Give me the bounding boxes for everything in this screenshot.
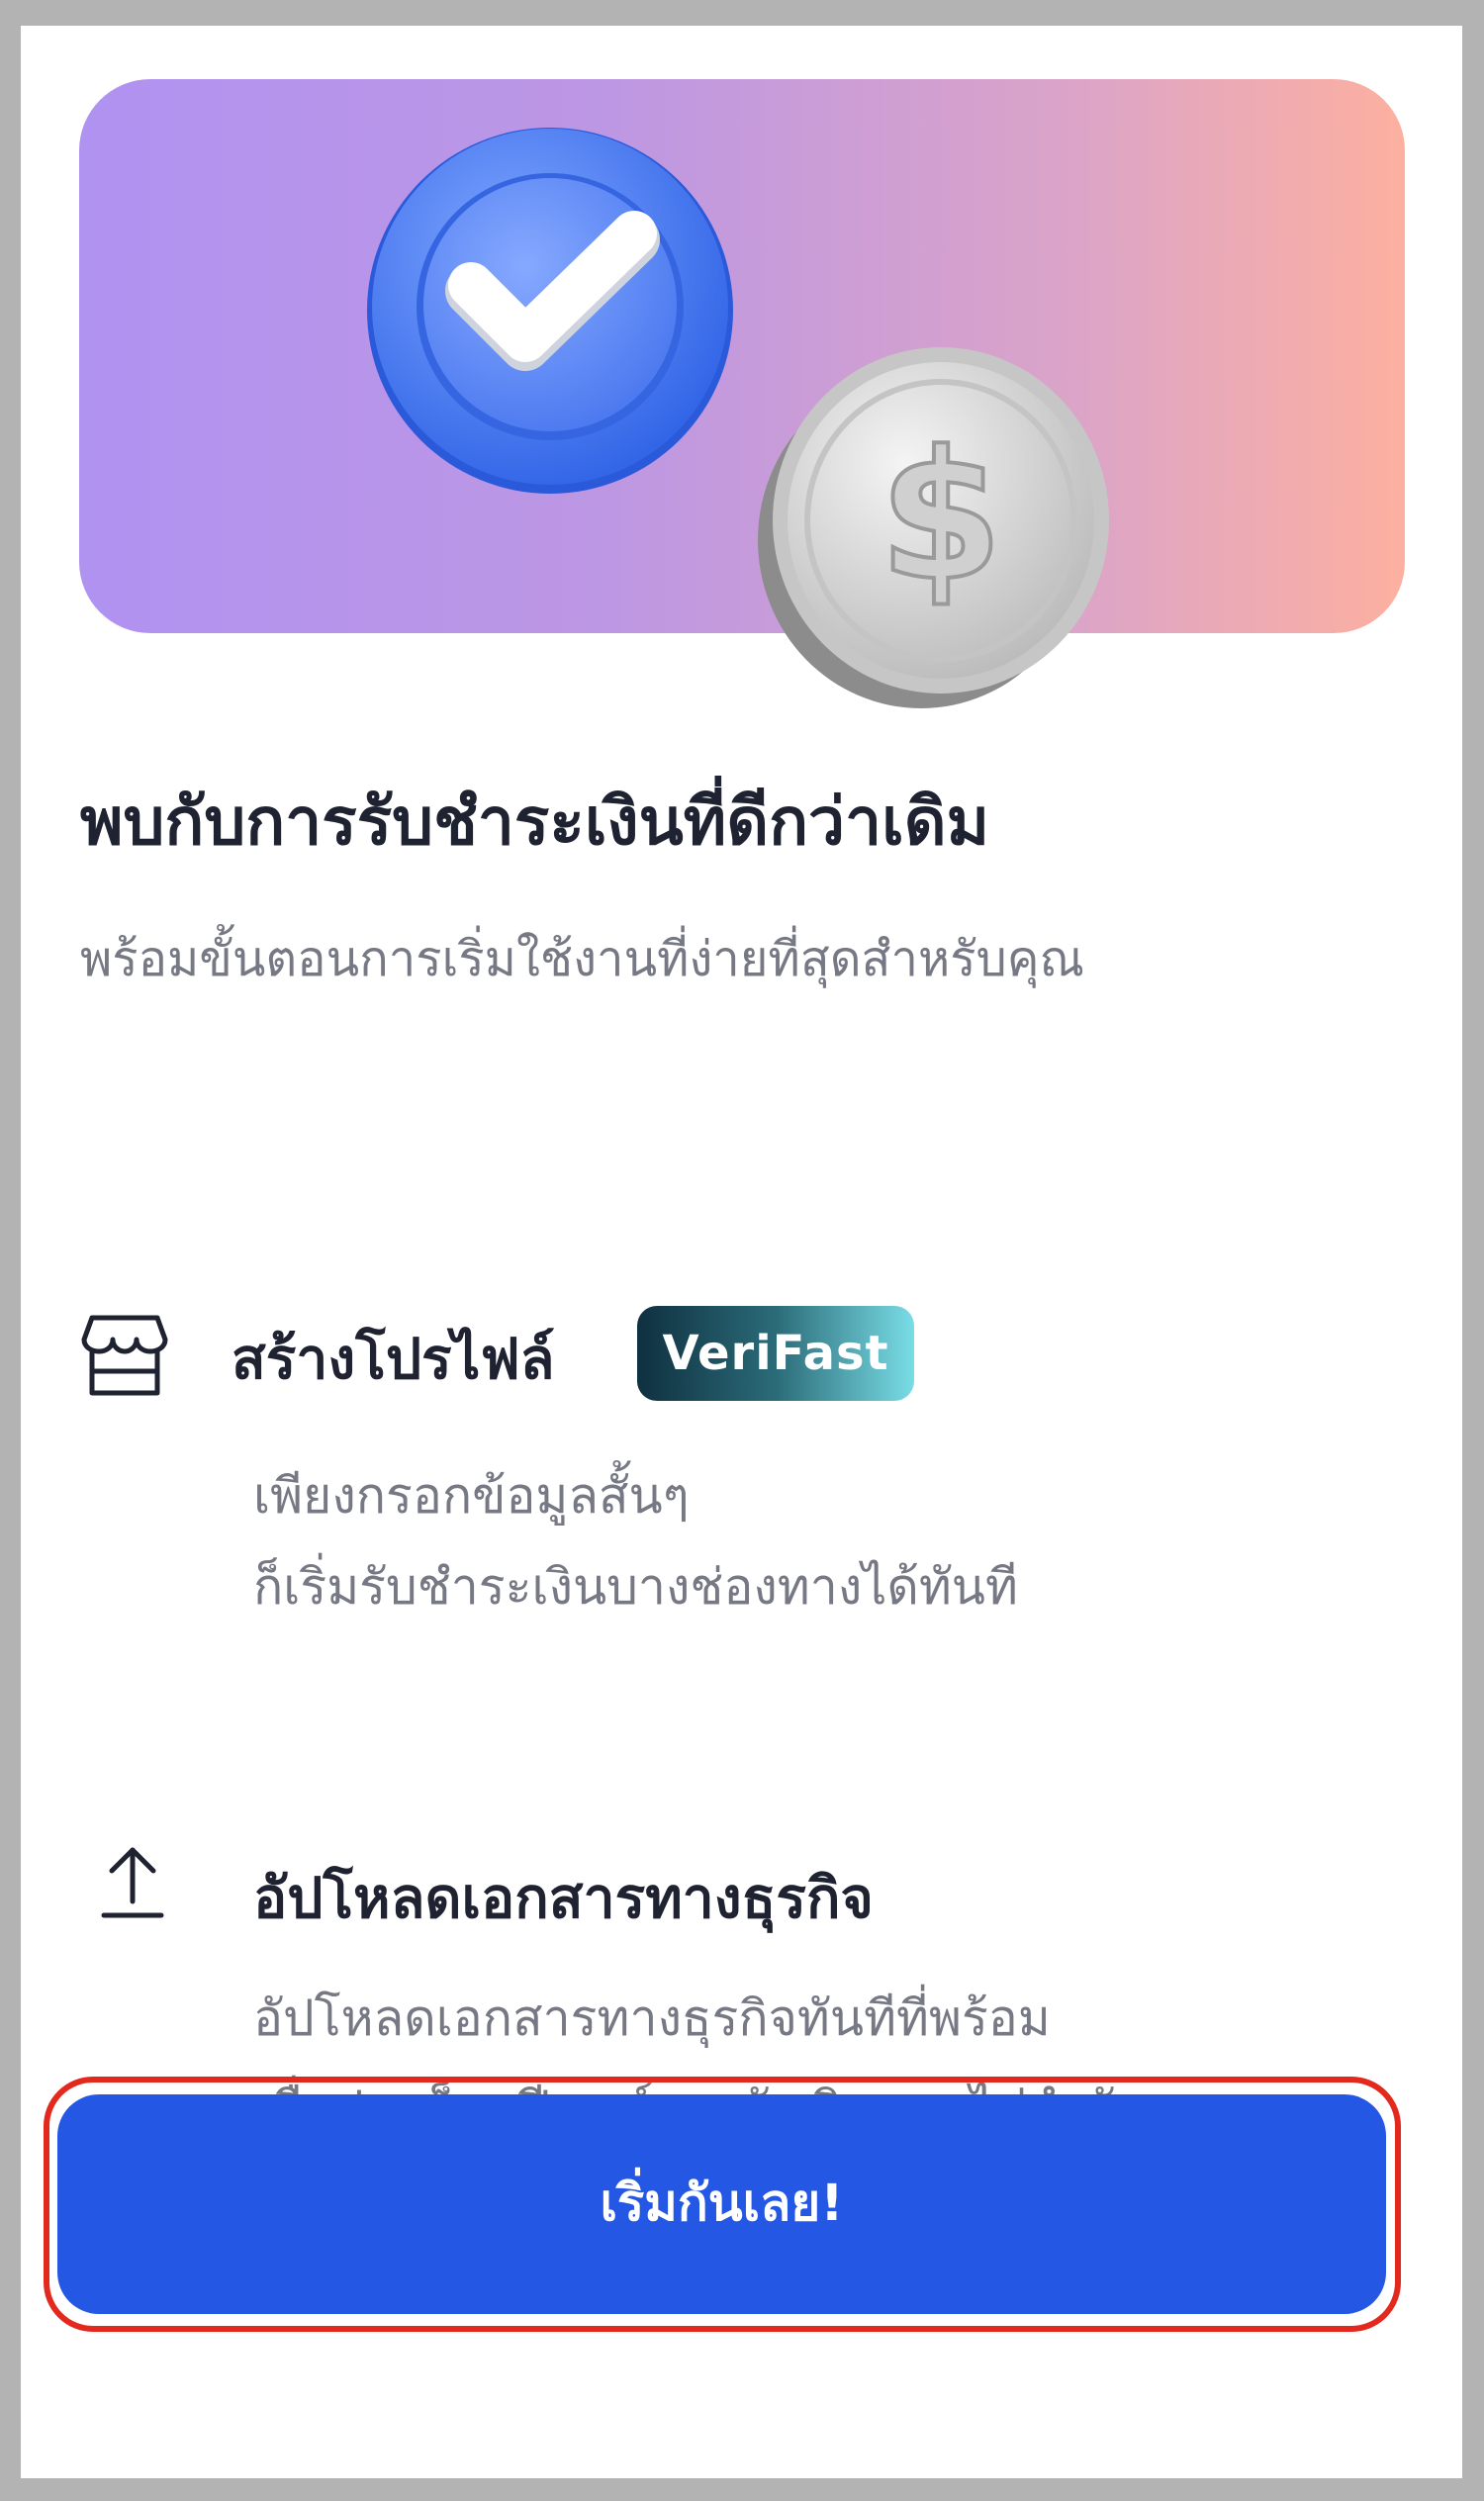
feature-text-upload-line1: อัปโหลดเอกสารทางธุรกิจทันทีที่พร้อม <box>253 1990 1051 2047</box>
feature-text-profile-line2: ก็เริ่มรับชำระเงินบางช่องทางได้ทันที <box>253 1558 1018 1616</box>
verifast-badge: VeriFast <box>637 1306 914 1401</box>
feature-title-upload: อัปโหลดเอกสารทางธุรกิจ <box>253 1866 874 1931</box>
dollar-coin-icon: $ <box>758 347 1109 708</box>
hero-banner <box>79 79 1405 633</box>
store-icon <box>81 1315 168 1396</box>
page-title: พบกับการรับชำระเงินที่ดีกว่าเดิม <box>80 784 990 860</box>
upload-icon <box>101 1847 164 1918</box>
check-badge-icon <box>367 128 733 494</box>
feature-text-profile-line1: เพียงกรอกข้อมูลสั้นๆ <box>253 1467 690 1525</box>
start-button[interactable]: เริ่มกันเลย! <box>57 2094 1386 2314</box>
page-subtitle: พร้อมขั้นตอนการเริ่มใช้งานที่ง่ายที่สุดส… <box>80 931 1084 987</box>
svg-text:$: $ <box>879 414 1002 620</box>
feature-title-profile: สร้างโปรไฟล์ <box>232 1327 555 1392</box>
